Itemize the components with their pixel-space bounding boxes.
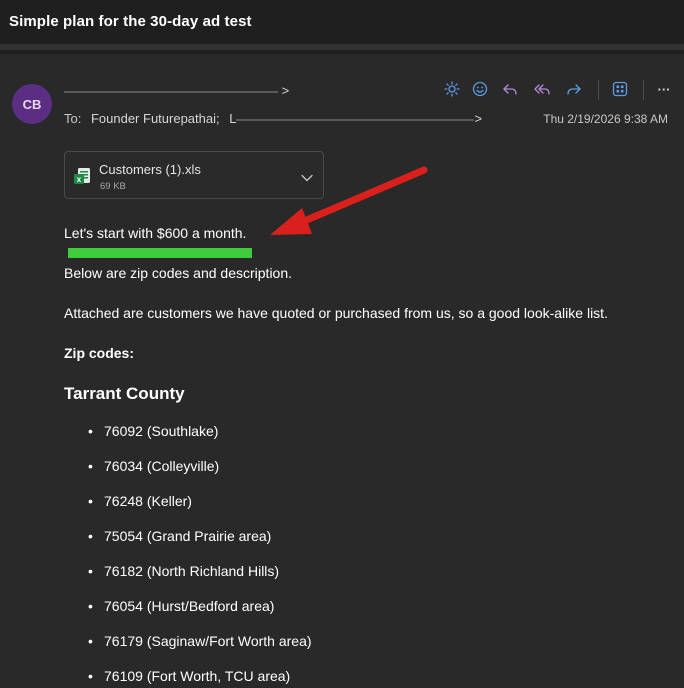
list-item: • 76182 (North Richland Hills) [88, 563, 279, 579]
zip-text: 76182 (North Richland Hills) [104, 563, 280, 579]
email-subject: Simple plan for the 30-day ad test [9, 13, 252, 30]
excel-icon: x [73, 167, 91, 190]
message-pane [0, 54, 684, 688]
zip-text: 76034 (Colleyville) [104, 458, 220, 474]
bullet: • [88, 563, 93, 579]
more-icon[interactable]: ··· [655, 80, 673, 98]
list-item: • 76248 (Keller) [88, 493, 192, 509]
recipient-2[interactable]: L > [229, 111, 482, 126]
svg-text:x: x [77, 175, 82, 184]
zip-text: 76109 (Fort Worth, TCU area) [104, 668, 291, 684]
list-item: • 76054 (Hurst/Bedford area) [88, 598, 274, 614]
county-heading: Tarrant County [64, 384, 185, 403]
toolbar-divider [598, 80, 599, 100]
redacted-recipient [236, 118, 475, 121]
list-item: • 76092 (Southlake) [88, 423, 218, 439]
to-label: To: [64, 111, 82, 126]
list-item: • 75054 (Grand Prairie area) [88, 528, 271, 544]
bullet: • [88, 528, 93, 544]
zip-text: 76054 (Hurst/Bedford area) [104, 598, 275, 614]
bullet: • [88, 598, 93, 614]
list-item: • 76034 (Colleyville) [88, 458, 219, 474]
attachment-size: 69 KB [100, 181, 126, 192]
to-suffix: > [474, 111, 483, 126]
reply-all-icon[interactable] [533, 80, 551, 98]
emoji-icon[interactable] [471, 80, 489, 98]
body-line-zipcodes-intro: Below are zip codes and description. [64, 265, 293, 281]
sun-icon[interactable] [443, 80, 461, 98]
list-item: • 76109 (Fort Worth, TCU area) [88, 668, 290, 684]
list-item: • 76179 (Saginaw/Fort Worth area) [88, 633, 312, 649]
redacted-sender [64, 90, 278, 93]
forward-icon[interactable] [565, 80, 583, 98]
toolbar-divider [643, 80, 644, 100]
from-line[interactable]: > [64, 83, 289, 98]
to-line: To: Founder Futurepathai; L > [64, 111, 482, 126]
recipient-2-prefix: L [229, 111, 237, 126]
bullet: • [88, 493, 93, 509]
attachment-name: Customers (1).xls [99, 162, 201, 177]
avatar[interactable]: CB [12, 84, 52, 124]
zip-text: 76248 (Keller) [104, 493, 192, 509]
bullet: • [88, 633, 93, 649]
apps-icon[interactable] [611, 80, 629, 98]
zip-text: 76179 (Saginaw/Fort Worth area) [104, 633, 312, 649]
reply-icon[interactable] [501, 80, 519, 98]
body-line-budget: Let's start with $600 a month. [64, 225, 247, 241]
bullet: • [88, 668, 93, 684]
sent-date: Thu 2/19/2026 9:38 AM [543, 112, 668, 126]
green-highlight-mark [68, 248, 252, 258]
zip-codes-heading: Zip codes: [64, 345, 135, 361]
zip-text: 75054 (Grand Prairie area) [104, 528, 272, 544]
zip-text: 76092 (Southlake) [104, 423, 219, 439]
body-line-attached: Attached are customers we have quoted or… [64, 305, 608, 321]
bullet: • [88, 458, 93, 474]
subject-bar: Simple plan for the 30-day ad test [0, 0, 684, 44]
bullet: • [88, 423, 93, 439]
recipient-1[interactable]: Founder Futurepathai; [91, 111, 220, 126]
red-arrow-annotation [262, 160, 432, 245]
from-suffix: > [281, 83, 290, 98]
